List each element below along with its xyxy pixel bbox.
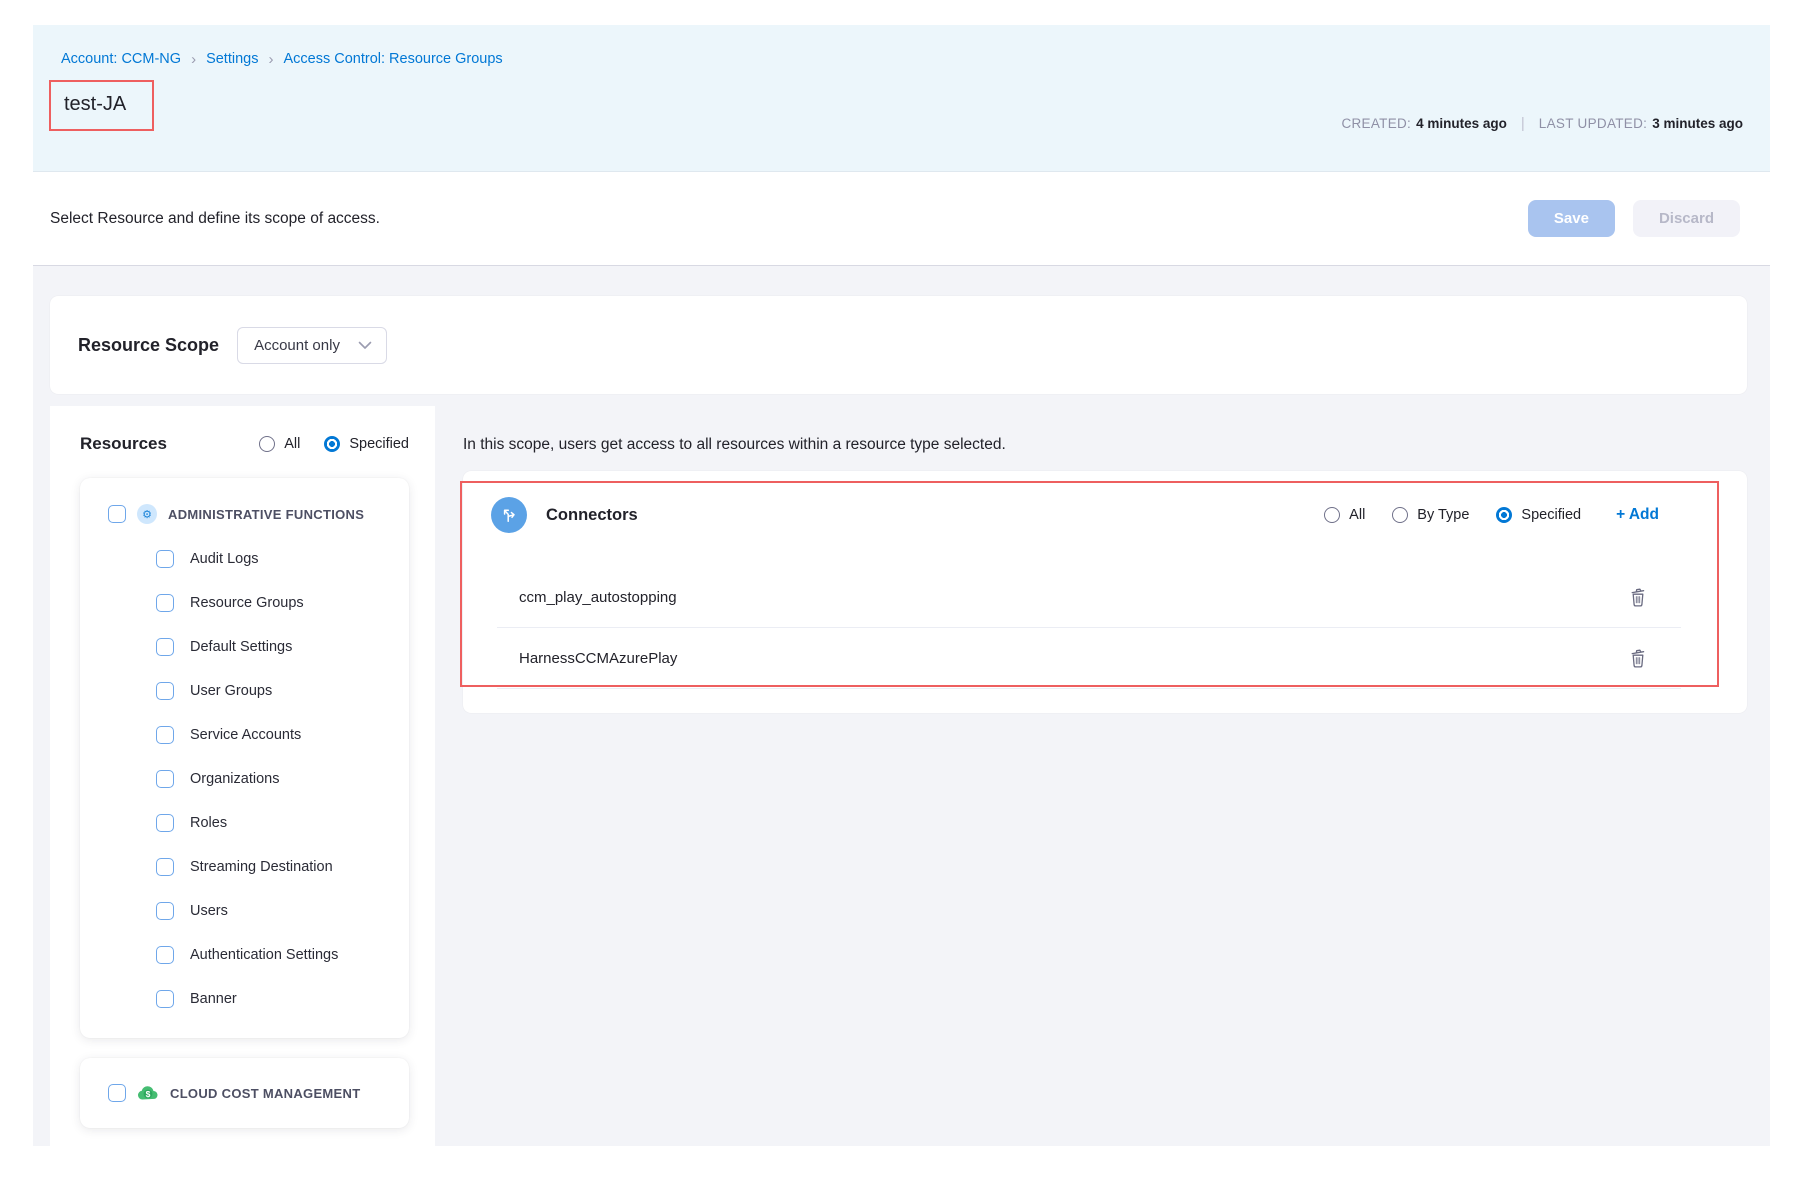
- list-item: Streaming Destination: [156, 858, 399, 876]
- connectors-radio-all[interactable]: All: [1324, 507, 1365, 523]
- item-checkbox[interactable]: [156, 770, 174, 788]
- list-item: Authentication Settings: [156, 946, 399, 964]
- delete-connector-button[interactable]: [1625, 644, 1651, 672]
- last-updated-at: LAST UPDATED:3 minutes ago: [1539, 116, 1743, 131]
- resources-radio-all[interactable]: All: [259, 436, 300, 452]
- list-item: Audit Logs: [156, 550, 399, 568]
- list-item: Service Accounts: [156, 726, 399, 744]
- item-checkbox[interactable]: [156, 902, 174, 920]
- connector-name: HarnessCCMAzurePlay: [519, 650, 1625, 667]
- radio-unselected-icon[interactable]: [259, 436, 275, 452]
- list-item: Banner: [156, 990, 399, 1008]
- svg-text:$: $: [146, 1089, 151, 1099]
- connectors-section: Connectors All By Type: [463, 471, 1747, 713]
- action-toolbar: Select Resource and define its scope of …: [33, 172, 1770, 266]
- list-item: Resource Groups: [156, 594, 399, 612]
- gear-icon: ⚙: [137, 504, 157, 524]
- connectors-title: Connectors: [546, 506, 638, 525]
- list-item: Organizations: [156, 770, 399, 788]
- content-area: Resource Scope Account only Resources Al…: [33, 266, 1770, 1146]
- save-button[interactable]: Save: [1528, 200, 1615, 237]
- admin-functions-card: ⚙ ADMINISTRATIVE FUNCTIONS Audit Logs Re…: [80, 478, 409, 1038]
- page-header: Account: CCM-NG › Settings › Access Cont…: [33, 25, 1770, 172]
- chevron-down-icon: [358, 341, 372, 350]
- resources-filter: All Specified: [259, 436, 409, 452]
- resources-panel-header: Resources All Specified: [80, 434, 409, 454]
- scope-note: In this scope, users get access to all r…: [463, 436, 1747, 454]
- main-column: In this scope, users get access to all r…: [435, 406, 1747, 1146]
- list-item: Users: [156, 902, 399, 920]
- fork-arrows-icon: [491, 497, 527, 533]
- delete-connector-button[interactable]: [1625, 583, 1651, 611]
- resource-scope-card: Resource Scope Account only: [50, 296, 1747, 394]
- header-meta: CREATED:4 minutes ago | LAST UPDATED:3 m…: [1341, 115, 1743, 132]
- item-checkbox[interactable]: [156, 594, 174, 612]
- resources-radio-specified[interactable]: Specified: [324, 436, 409, 452]
- cloud-cost-header: $ CLOUD COST MANAGEMENT: [108, 1084, 399, 1102]
- breadcrumb: Account: CCM-NG › Settings › Access Cont…: [33, 25, 1770, 67]
- row-divider: [497, 688, 1681, 689]
- connectors-list: ccm_play_autostopping: [463, 567, 1747, 689]
- item-checkbox[interactable]: [156, 990, 174, 1008]
- breadcrumb-settings-link[interactable]: Settings: [206, 51, 258, 67]
- trash-icon: [1629, 587, 1647, 607]
- connector-row: HarnessCCMAzurePlay: [463, 628, 1747, 688]
- resource-scope-value: Account only: [254, 337, 340, 354]
- created-at: CREATED:4 minutes ago: [1341, 116, 1506, 131]
- discard-button[interactable]: Discard: [1633, 200, 1740, 237]
- page-title-highlight-box: test-JA: [49, 80, 154, 131]
- connectors-header: Connectors All By Type: [463, 483, 1747, 547]
- item-checkbox[interactable]: [156, 946, 174, 964]
- page-title: test-JA: [64, 93, 126, 115]
- item-checkbox[interactable]: [156, 858, 174, 876]
- admin-functions-checkbox[interactable]: [108, 505, 126, 523]
- radio-unselected-icon[interactable]: [1324, 507, 1340, 523]
- radio-selected-icon[interactable]: [1496, 507, 1512, 523]
- add-connector-button[interactable]: + Add: [1616, 506, 1659, 524]
- connectors-filter: All By Type Specified + A: [1324, 506, 1659, 524]
- radio-selected-icon[interactable]: [324, 436, 340, 452]
- admin-functions-header: ⚙ ADMINISTRATIVE FUNCTIONS: [108, 504, 399, 524]
- chevron-right-icon: ›: [191, 52, 196, 67]
- toolbar-actions: Save Discard: [1528, 200, 1740, 237]
- resource-scope-dropdown[interactable]: Account only: [237, 327, 387, 364]
- item-checkbox[interactable]: [156, 638, 174, 656]
- item-checkbox[interactable]: [156, 726, 174, 744]
- columns: Resources All Specified: [50, 406, 1747, 1146]
- item-checkbox[interactable]: [156, 682, 174, 700]
- cloud-cost-label: CLOUD COST MANAGEMENT: [170, 1086, 360, 1101]
- admin-functions-items: Audit Logs Resource Groups Default Setti…: [156, 550, 399, 1008]
- admin-functions-label: ADMINISTRATIVE FUNCTIONS: [168, 507, 364, 522]
- resource-scope-label: Resource Scope: [78, 335, 219, 356]
- page: Account: CCM-NG › Settings › Access Cont…: [33, 25, 1770, 1146]
- connectors-card: Connectors All By Type: [463, 471, 1747, 713]
- meta-divider: |: [1521, 115, 1525, 132]
- list-item: Roles: [156, 814, 399, 832]
- connector-row: ccm_play_autostopping: [463, 567, 1747, 627]
- cloud-dollar-icon: $: [137, 1084, 159, 1102]
- chevron-right-icon: ›: [268, 52, 273, 67]
- breadcrumb-account-link[interactable]: Account: CCM-NG: [61, 51, 181, 67]
- connectors-radio-by-type[interactable]: By Type: [1392, 507, 1469, 523]
- resources-title: Resources: [80, 434, 167, 454]
- resources-panel: Resources All Specified: [50, 406, 435, 1146]
- list-item: User Groups: [156, 682, 399, 700]
- cloud-cost-checkbox[interactable]: [108, 1084, 126, 1102]
- breadcrumb-current-link[interactable]: Access Control: Resource Groups: [283, 51, 502, 67]
- item-checkbox[interactable]: [156, 550, 174, 568]
- list-item: Default Settings: [156, 638, 399, 656]
- toolbar-description: Select Resource and define its scope of …: [50, 210, 380, 228]
- connector-name: ccm_play_autostopping: [519, 589, 1625, 606]
- trash-icon: [1629, 648, 1647, 668]
- item-checkbox[interactable]: [156, 814, 174, 832]
- cloud-cost-card: $ CLOUD COST MANAGEMENT: [80, 1058, 409, 1128]
- connectors-radio-specified[interactable]: Specified: [1496, 507, 1581, 523]
- radio-unselected-icon[interactable]: [1392, 507, 1408, 523]
